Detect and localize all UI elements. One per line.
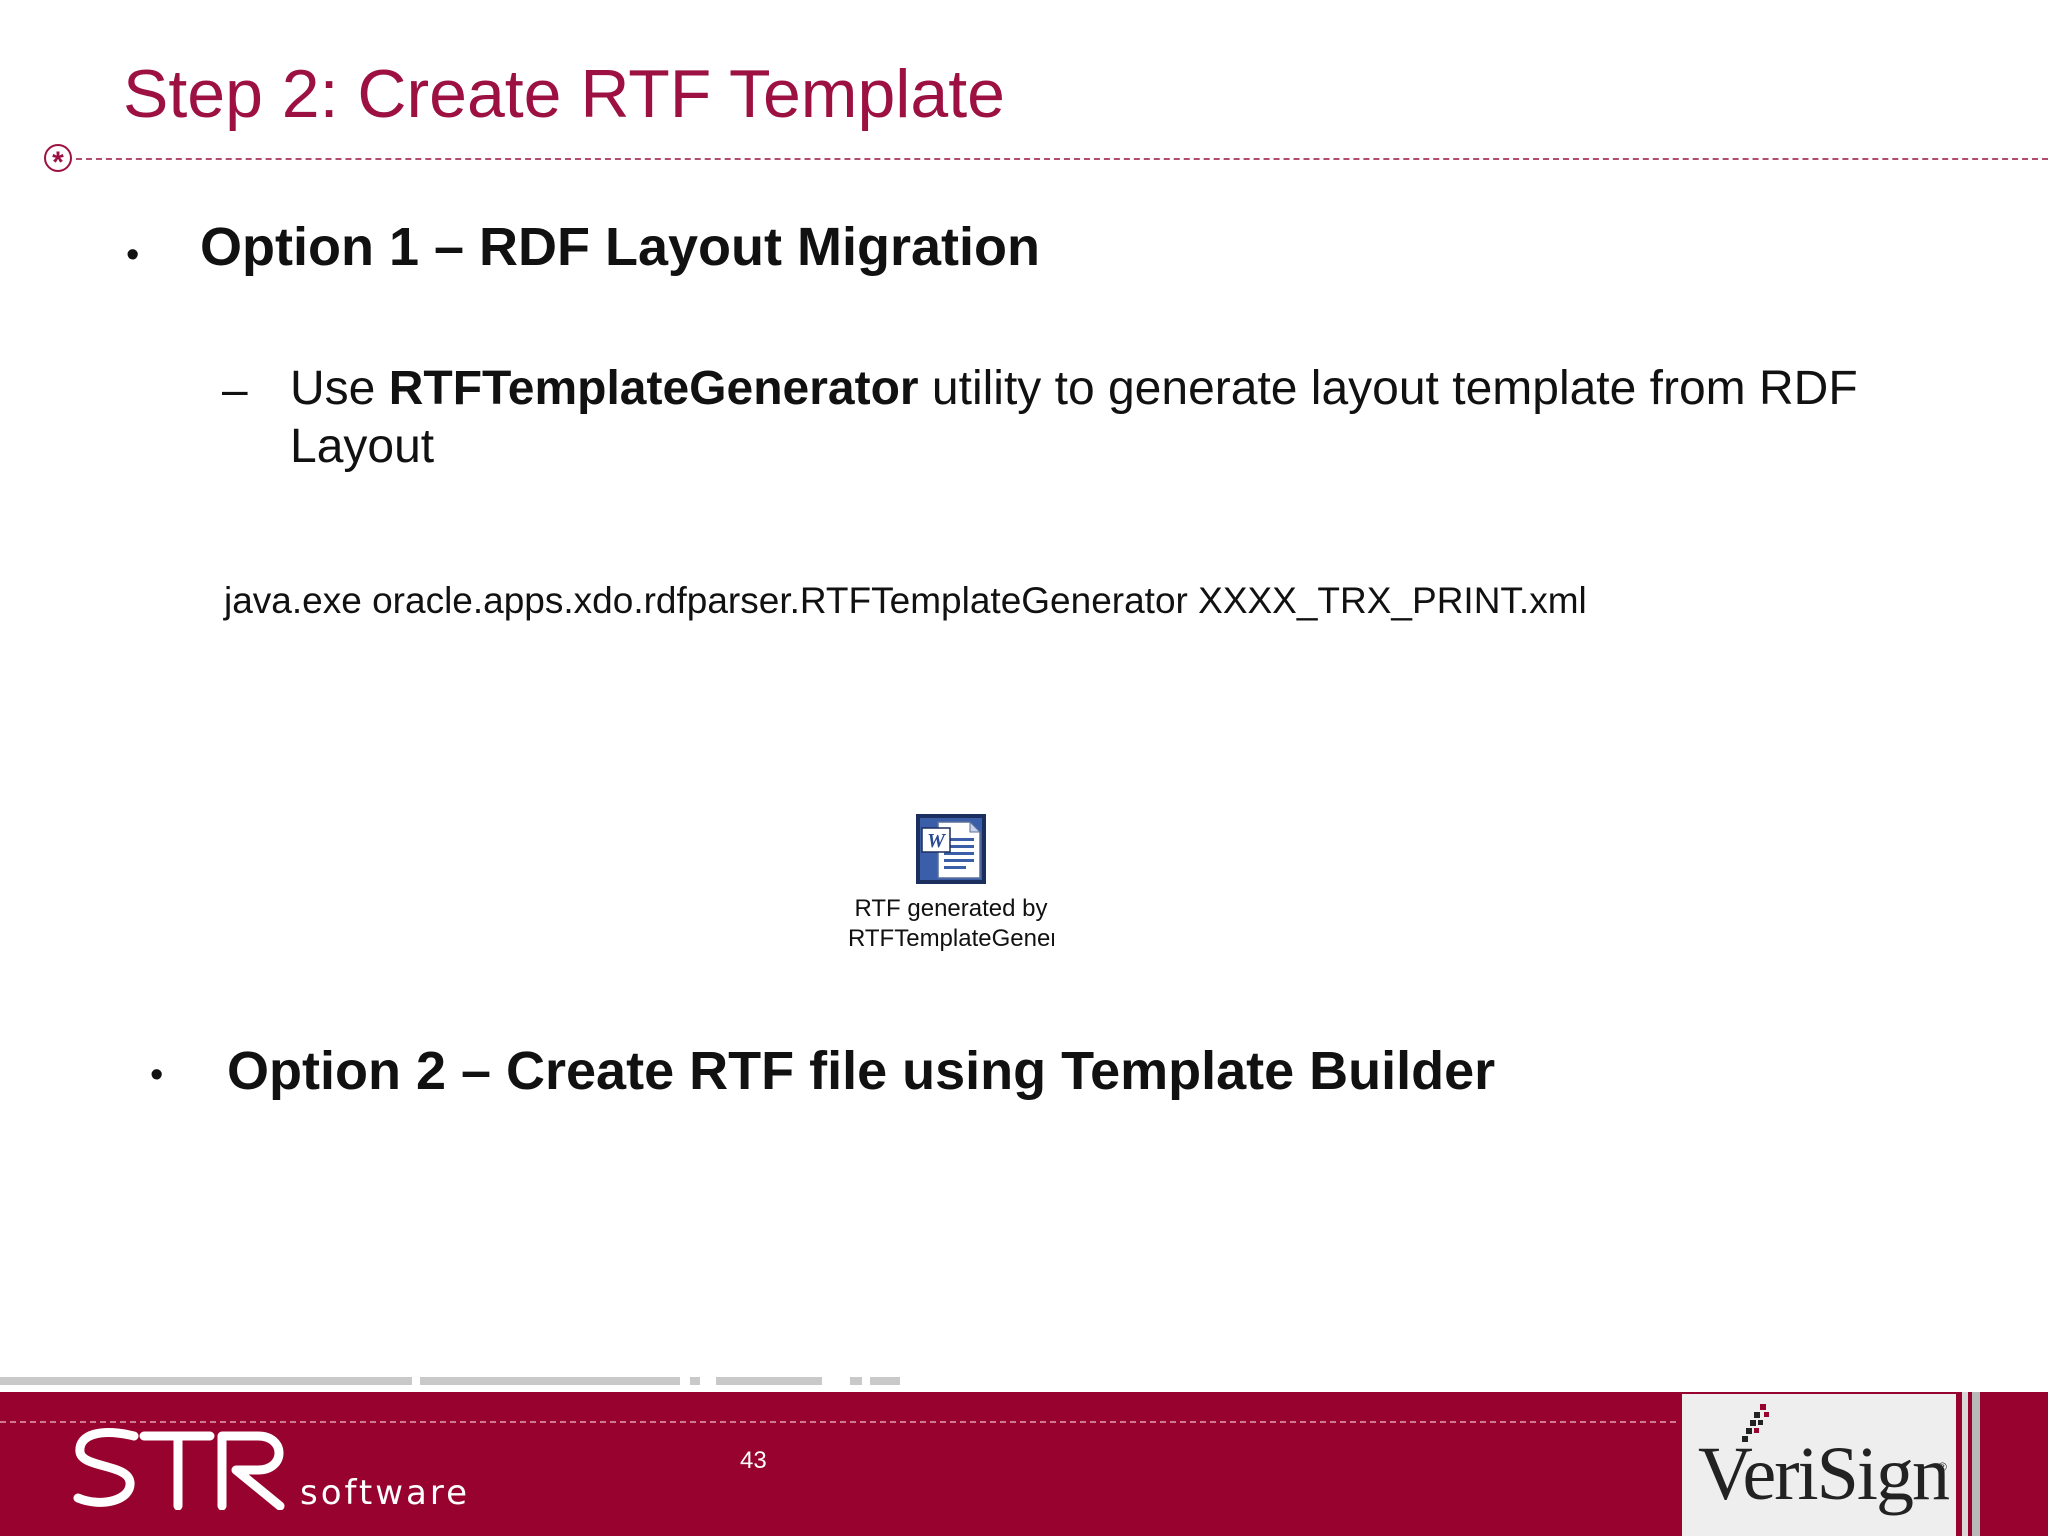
caption-line-1: RTF generated by — [854, 895, 1048, 922]
option-2-heading: Option 2 – Create RTF file using Templat… — [227, 1041, 1496, 1101]
edge-bar — [1972, 1392, 1980, 1536]
bullet-option-1: • — [126, 234, 140, 276]
option-1-heading: Option 1 – RDF Layout Migration — [200, 217, 1040, 277]
option-1-subitem: Use RTFTemplateGenerator utility to gene… — [290, 360, 1890, 476]
footer-strip — [420, 1377, 680, 1385]
sub-bullet-dash: – — [222, 363, 248, 415]
asterisk-icon: * — [44, 144, 72, 179]
svg-text:W: W — [927, 830, 946, 852]
slide-title: Step 2: Create RTF Template — [123, 56, 1005, 132]
command-line: java.exe oracle.apps.xdo.rdfparser.RTFTe… — [224, 580, 1587, 621]
word-document-icon[interactable]: W — [916, 814, 986, 884]
sub-prefix: Use — [290, 362, 389, 415]
footer-strip — [0, 1377, 412, 1385]
footer-strip — [850, 1377, 862, 1385]
caption-line-2: RTFTemplateGenerator — [848, 925, 1054, 952]
footer-strip — [716, 1377, 822, 1385]
verisign-logo-text: VeriSign — [1698, 1432, 1950, 1516]
str-logo-word: software — [300, 1473, 471, 1513]
page-number: 43 — [740, 1447, 767, 1474]
footer-strip — [690, 1377, 700, 1385]
str-logo — [73, 1428, 285, 1510]
edge-bar — [1984, 1392, 2048, 1536]
tool-name: RTFTemplateGenerator — [388, 362, 919, 415]
footer-strip — [870, 1377, 900, 1385]
bullet-option-2: • — [150, 1054, 164, 1096]
attachment-caption[interactable]: RTF generated by RTFTemplateGenerator — [848, 894, 1054, 954]
title-divider — [76, 158, 2048, 160]
footer-divider — [0, 1421, 1676, 1423]
edge-bar — [1962, 1392, 1968, 1536]
registered-mark: ® — [1938, 1460, 1947, 1474]
